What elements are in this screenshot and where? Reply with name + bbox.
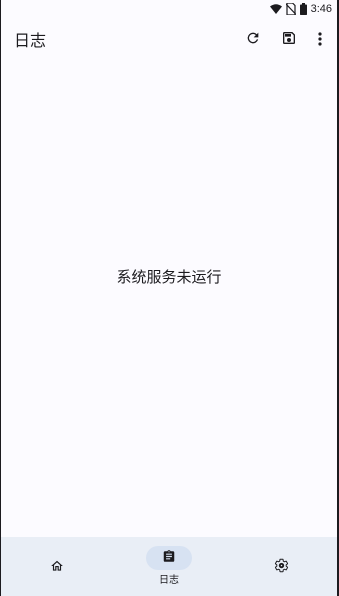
status-bar: 3:46 — [1, 0, 337, 18]
empty-state-message: 系统服务未运行 — [116, 268, 222, 286]
log-content-area: 系统服务未运行 — [1, 64, 337, 537]
top-app-bar: 日志 — [1, 18, 337, 64]
gear-icon — [274, 558, 289, 577]
status-clock: 3:46 — [310, 3, 332, 15]
nav-item-home[interactable] — [1, 537, 113, 596]
clipboard-icon — [162, 549, 176, 568]
save-button[interactable] — [277, 28, 301, 52]
app-screen: 3:46 日志 系统服务未运行 日志 — [1, 0, 337, 596]
home-icon — [50, 558, 64, 577]
nav-icon-container — [259, 555, 303, 579]
nav-item-settings[interactable] — [225, 537, 337, 596]
save-icon — [281, 30, 297, 50]
bottom-navigation-bar: 日志 — [1, 537, 337, 596]
page-title: 日志 — [14, 31, 47, 50]
no-sim-icon — [285, 3, 296, 15]
wifi-icon — [269, 4, 282, 14]
nav-item-logs[interactable]: 日志 — [113, 537, 225, 596]
battery-icon — [299, 3, 307, 15]
nav-icon-container — [35, 555, 79, 579]
nav-active-indicator — [146, 546, 192, 570]
nav-label-logs: 日志 — [159, 575, 179, 586]
refresh-icon — [245, 30, 261, 50]
more-options-button[interactable] — [308, 28, 332, 52]
more-vert-icon — [318, 31, 322, 50]
status-icons: 3:46 — [269, 2, 332, 16]
refresh-button[interactable] — [241, 28, 265, 52]
